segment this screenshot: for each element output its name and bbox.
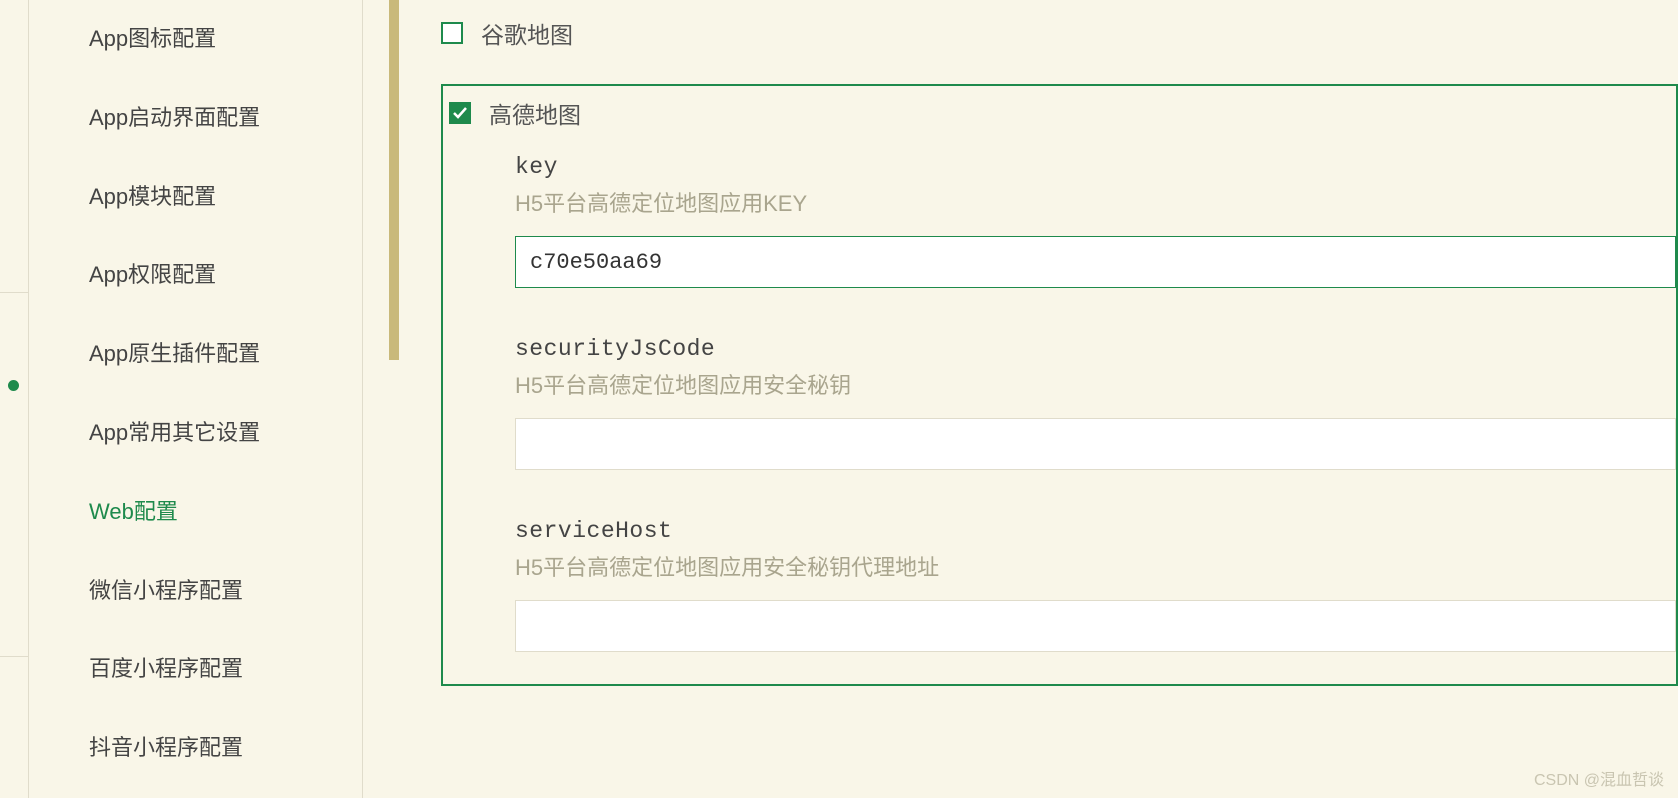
label-amap: 高德地图: [489, 96, 581, 130]
field-securityjscode: securityJsCode H5平台高德定位地图应用安全秘钥: [515, 336, 1676, 470]
sidebar-item-app-permission[interactable]: App权限配置: [29, 236, 362, 315]
checkbox-google-map[interactable]: [441, 22, 463, 44]
checkbox-amap[interactable]: [449, 102, 471, 124]
section-amap: 高德地图 key H5平台高德定位地图应用KEY securityJsCode …: [441, 84, 1678, 686]
sidebar: App图标配置 App启动界面配置 App模块配置 App权限配置 App原生插…: [28, 0, 363, 798]
row-amap: 高德地图: [443, 86, 1676, 154]
row-google-map: 谷歌地图: [441, 16, 1678, 50]
field-servicehost-label: serviceHost: [515, 518, 1676, 544]
sidebar-item-baidu-mp[interactable]: 百度小程序配置: [29, 630, 362, 709]
main-panel: 谷歌地图 高德地图 key H5平台高德定位地图应用KEY securityJs…: [363, 0, 1678, 798]
input-amap-servicehost[interactable]: [515, 600, 1676, 652]
field-key-desc: H5平台高德定位地图应用KEY: [515, 186, 1676, 218]
divider: [0, 656, 28, 657]
field-servicehost: serviceHost H5平台高德定位地图应用安全秘钥代理地址: [515, 518, 1676, 652]
input-amap-securityjscode[interactable]: [515, 418, 1676, 470]
sidebar-item-douyin-mp[interactable]: 抖音小程序配置: [29, 709, 362, 764]
sidebar-item-app-icon[interactable]: App图标配置: [29, 0, 362, 79]
label-google-map: 谷歌地图: [481, 16, 573, 50]
input-amap-key[interactable]: [515, 236, 1676, 288]
check-icon: [452, 105, 468, 121]
sidebar-item-app-native-plugin[interactable]: App原生插件配置: [29, 315, 362, 394]
sidebar-item-web-config[interactable]: Web配置: [29, 473, 362, 552]
field-securityjscode-label: securityJsCode: [515, 336, 1676, 362]
field-key-label: key: [515, 154, 1676, 180]
field-servicehost-desc: H5平台高德定位地图应用安全秘钥代理地址: [515, 550, 1676, 582]
sidebar-item-wechat-mp[interactable]: 微信小程序配置: [29, 552, 362, 631]
sidebar-item-app-other[interactable]: App常用其它设置: [29, 394, 362, 473]
field-key: key H5平台高德定位地图应用KEY: [515, 154, 1676, 288]
field-securityjscode-desc: H5平台高德定位地图应用安全秘钥: [515, 368, 1676, 400]
watermark: CSDN @混血哲谈: [1534, 766, 1664, 790]
divider: [0, 292, 28, 293]
sidebar-item-app-module[interactable]: App模块配置: [29, 158, 362, 237]
sidebar-item-app-launch[interactable]: App启动界面配置: [29, 79, 362, 158]
gutter-marker-dot: [8, 380, 19, 391]
